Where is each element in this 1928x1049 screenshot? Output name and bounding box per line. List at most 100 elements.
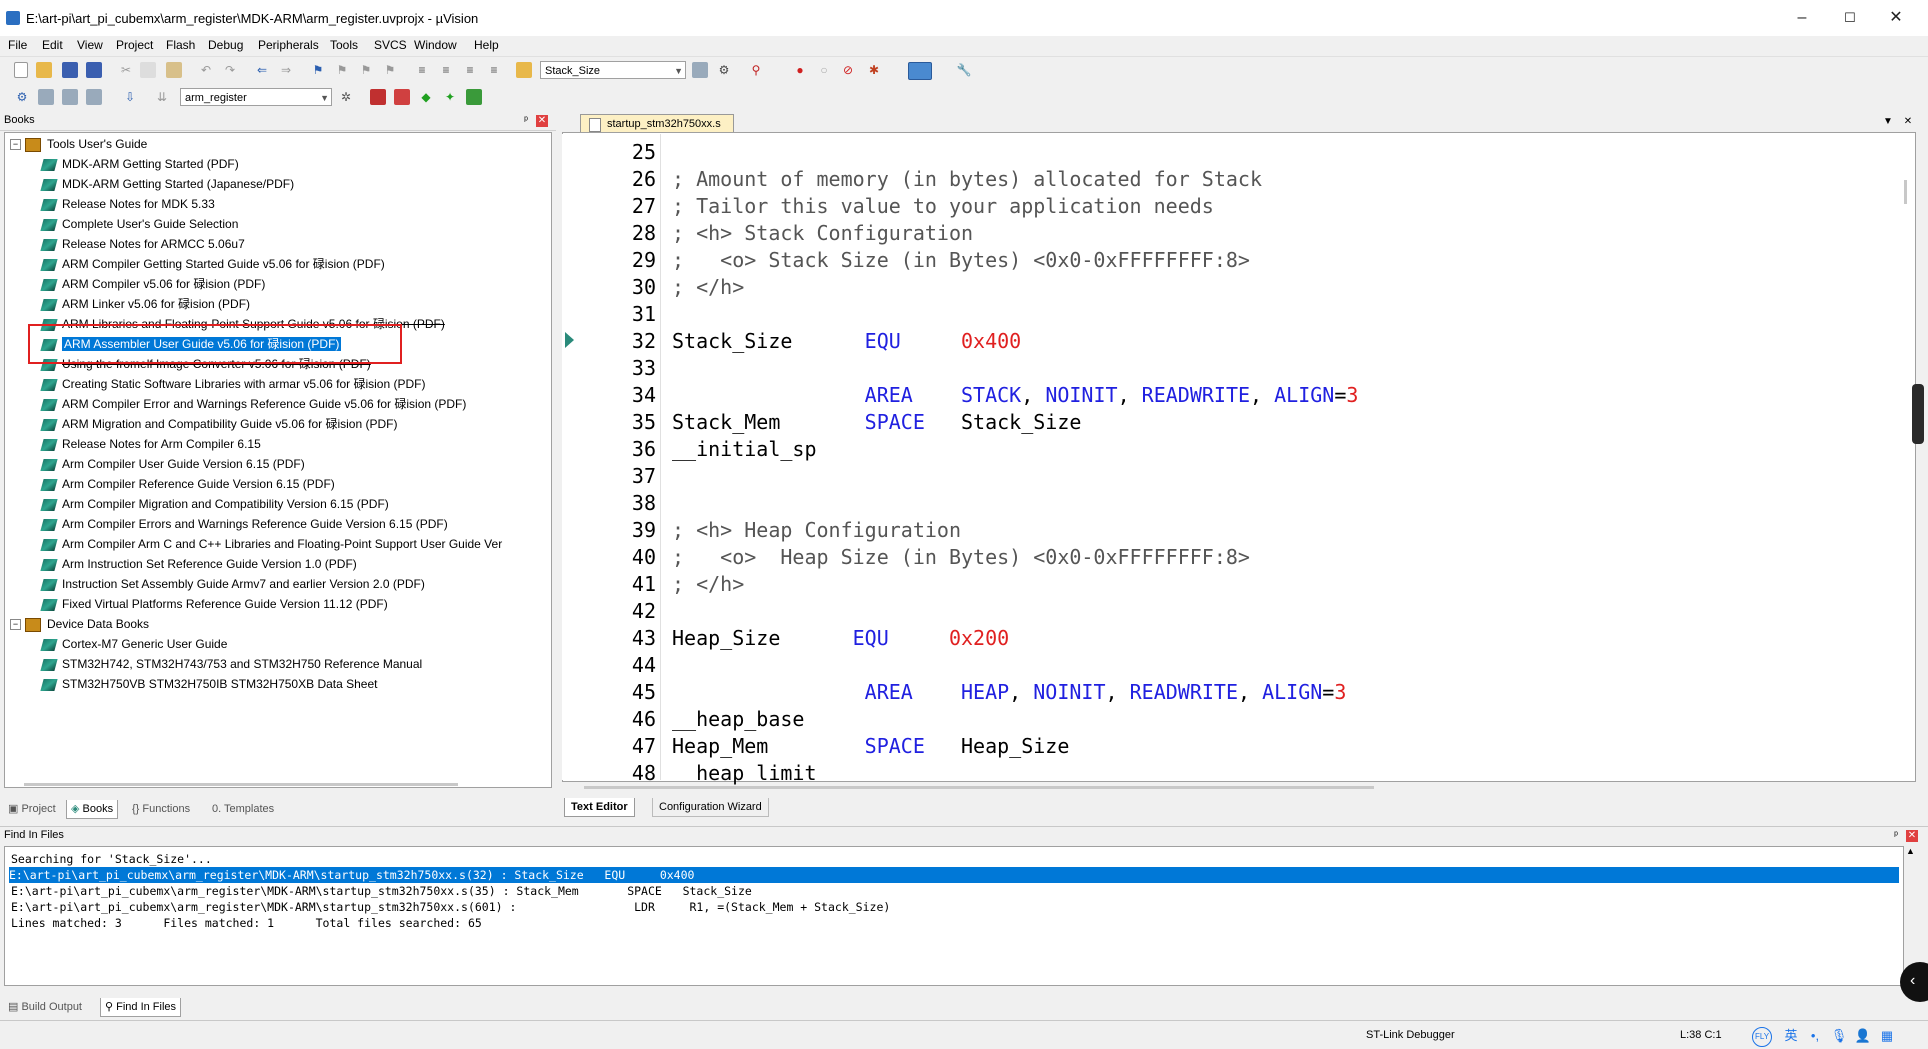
code-line[interactable]: ; Tailor this value to your application … — [672, 193, 1214, 220]
book-item[interactable]: ARM Compiler Error and Warnings Referenc… — [40, 394, 466, 414]
menu-project[interactable]: Project — [116, 38, 153, 52]
fif-result[interactable]: E:\art-pi\art_pi_cubemx\arm_register\MDK… — [11, 883, 752, 899]
target-options-icon[interactable]: ✲ — [338, 89, 354, 105]
open-folder-icon[interactable] — [36, 62, 52, 78]
minimize-button[interactable]: – — [1782, 6, 1822, 30]
grid-icon[interactable]: ▦ — [1878, 1027, 1896, 1045]
menu-view[interactable]: View — [77, 38, 103, 52]
chevron-down-icon[interactable]: ▼ — [674, 62, 683, 80]
book-item[interactable]: Arm Compiler Reference Guide Version 6.1… — [40, 474, 335, 494]
bookmark-icon[interactable]: ⚑ — [310, 62, 326, 78]
paste-icon[interactable] — [166, 62, 182, 78]
tab-find-in-files[interactable]: ⚲ Find In Files — [100, 998, 182, 1017]
run-time-env-icon[interactable]: ✦ — [442, 89, 458, 105]
tree-group[interactable]: − Tools User's Guide — [10, 134, 147, 154]
pin-icon[interactable]: ᵖ — [1890, 830, 1902, 842]
book-item[interactable]: MDK-ARM Getting Started (PDF) — [40, 154, 239, 174]
editor-file-tab[interactable]: startup_stm32h750xx.s — [580, 114, 734, 132]
menu-file[interactable]: File — [8, 38, 27, 52]
code-line[interactable]: Heap_Mem SPACE Heap_Size — [672, 733, 1069, 760]
find-combo[interactable]: Stack_Size ▼ — [540, 61, 686, 79]
pin-icon[interactable]: ᵖ — [520, 115, 532, 127]
microphone-icon[interactable]: 🎙 — [1830, 1027, 1848, 1045]
book-item[interactable]: ARM Migration and Compatibility Guide v5… — [40, 414, 397, 434]
book-item[interactable]: Complete User's Guide Selection — [40, 214, 238, 234]
tab-project[interactable]: ▣ Project — [4, 800, 60, 818]
save-icon[interactable] — [62, 62, 78, 78]
code-line[interactable]: __heap_base — [672, 706, 804, 733]
code-line[interactable]: ; <o> Heap Size (in Bytes) <0x0-0xFFFFFF… — [672, 544, 1250, 571]
tab-configuration-wizard[interactable]: Configuration Wizard — [652, 798, 769, 817]
breakpoint-icon[interactable]: ● — [792, 62, 808, 78]
code-line[interactable]: heap limit — [672, 760, 816, 787]
tree-group[interactable]: − Device Data Books — [10, 614, 149, 634]
build-icon[interactable] — [38, 89, 54, 105]
collapse-icon[interactable]: − — [10, 619, 21, 631]
menu-tools[interactable]: Tools — [330, 38, 358, 52]
code-line[interactable]: AREA STACK, NOINIT, READWRITE, ALIGN=3 — [672, 382, 1359, 409]
code-line[interactable]: ; <h> Heap Configuration — [672, 517, 961, 544]
code-line[interactable]: Heap_Size EQU 0x200 — [672, 625, 1009, 652]
copy-icon[interactable] — [140, 62, 156, 78]
fif-result[interactable]: E:\art-pi\art_pi_cubemx\arm_register\MDK… — [11, 899, 890, 915]
code-line[interactable]: ; <o> Stack Size (in Bytes) <0x0-0xFFFFF… — [672, 247, 1250, 274]
kill-breakpoints-icon[interactable]: ⊘ — [840, 62, 856, 78]
tab-functions[interactable]: {} Functions — [128, 800, 194, 818]
book-item[interactable]: Arm Compiler Arm C and C++ Libraries and… — [40, 534, 502, 554]
menu-peripherals[interactable]: Peripherals — [258, 38, 319, 52]
window-layout-icon[interactable] — [908, 62, 932, 80]
uncomment-icon[interactable]: ≡ — [486, 62, 502, 78]
book-item[interactable]: Arm Compiler Migration and Compatibility… — [40, 494, 389, 514]
clear-bookmarks-icon[interactable]: ⚑ — [382, 62, 398, 78]
close-button[interactable]: ✕ — [1876, 6, 1916, 30]
close-icon[interactable]: ✕ — [1906, 830, 1918, 842]
fif-result-selected[interactable]: E:\art-pi\art_pi_cubemx\arm_register\MDK… — [9, 867, 1899, 883]
next-bookmark-icon[interactable]: ⚑ — [358, 62, 374, 78]
target-combo[interactable]: arm_register ▼ — [180, 88, 332, 106]
book-item[interactable]: Release Notes for Arm Compiler 6.15 — [40, 434, 261, 454]
rebuild-icon[interactable] — [62, 89, 78, 105]
code-line[interactable]: __initial_sp — [672, 436, 817, 463]
book-item[interactable]: STM32H750VB STM32H750IB STM32H750XB Data… — [40, 674, 378, 694]
editor-vertical-scrollbar[interactable] — [1904, 180, 1907, 204]
unindent-icon[interactable]: ≡ — [438, 62, 454, 78]
book-item[interactable]: Arm Instruction Set Reference Guide Vers… — [40, 554, 357, 574]
download-icon[interactable]: ⇩ — [122, 89, 138, 105]
punctuation-icon[interactable]: •, — [1806, 1027, 1824, 1045]
code-line[interactable]: ; </h> — [672, 274, 744, 301]
new-file-icon[interactable] — [14, 62, 28, 78]
tab-build-output[interactable]: ▤ Build Output — [4, 998, 86, 1016]
load-icon[interactable]: ⇊ — [154, 89, 170, 105]
pack-installer-icon[interactable] — [466, 89, 482, 105]
redo-icon[interactable]: ↷ — [222, 62, 238, 78]
navigate-back-icon[interactable]: ⇐ — [254, 62, 270, 78]
book-item[interactable]: Fixed Virtual Platforms Reference Guide … — [40, 594, 388, 614]
book-item[interactable]: MDK-ARM Getting Started (Japanese/PDF) — [40, 174, 294, 194]
ime-icon[interactable]: FLY — [1752, 1027, 1772, 1047]
language-icon[interactable]: 英 — [1782, 1027, 1800, 1045]
editor-horizontal-scrollbar[interactable] — [584, 786, 1374, 789]
book-item[interactable]: ARM Compiler v5.06 for 碌ision (PDF) — [40, 274, 265, 294]
prev-bookmark-icon[interactable]: ⚑ — [334, 62, 350, 78]
book-item[interactable]: Release Notes for MDK 5.33 — [40, 194, 215, 214]
book-item[interactable]: ARM Linker v5.06 for 碌ision (PDF) — [40, 294, 250, 314]
select-packs-icon[interactable] — [394, 89, 410, 105]
code-line[interactable]: Stack_Mem SPACE Stack_Size — [672, 409, 1081, 436]
book-item[interactable]: Arm Compiler User Guide Version 6.15 (PD… — [40, 454, 305, 474]
batch-build-icon[interactable] — [86, 89, 102, 105]
find-icon[interactable] — [692, 62, 708, 78]
book-item[interactable]: Instruction Set Assembly Guide Armv7 and… — [40, 574, 425, 594]
book-item[interactable]: Cortex-M7 Generic User Guide — [40, 634, 227, 654]
book-item[interactable]: STM32H742, STM32H743/753 and STM32H750 R… — [40, 654, 422, 674]
manage-project-icon[interactable] — [370, 89, 386, 105]
replace-icon[interactable]: ⚙ — [716, 62, 732, 78]
find-in-files-icon[interactable] — [516, 62, 532, 78]
menu-help[interactable]: Help — [474, 38, 499, 52]
user-icon[interactable]: 👤 — [1854, 1027, 1872, 1045]
menu-svcs[interactable]: SVCS — [374, 38, 407, 52]
tab-templates[interactable]: 0. Templates — [208, 800, 278, 818]
scroll-up-icon[interactable]: ▲ — [1906, 846, 1915, 856]
close-icon[interactable]: ✕ — [536, 115, 548, 127]
translate-icon[interactable]: ⚙ — [14, 89, 30, 105]
code-line[interactable]: AREA HEAP, NOINIT, READWRITE, ALIGN=3 — [672, 679, 1347, 706]
